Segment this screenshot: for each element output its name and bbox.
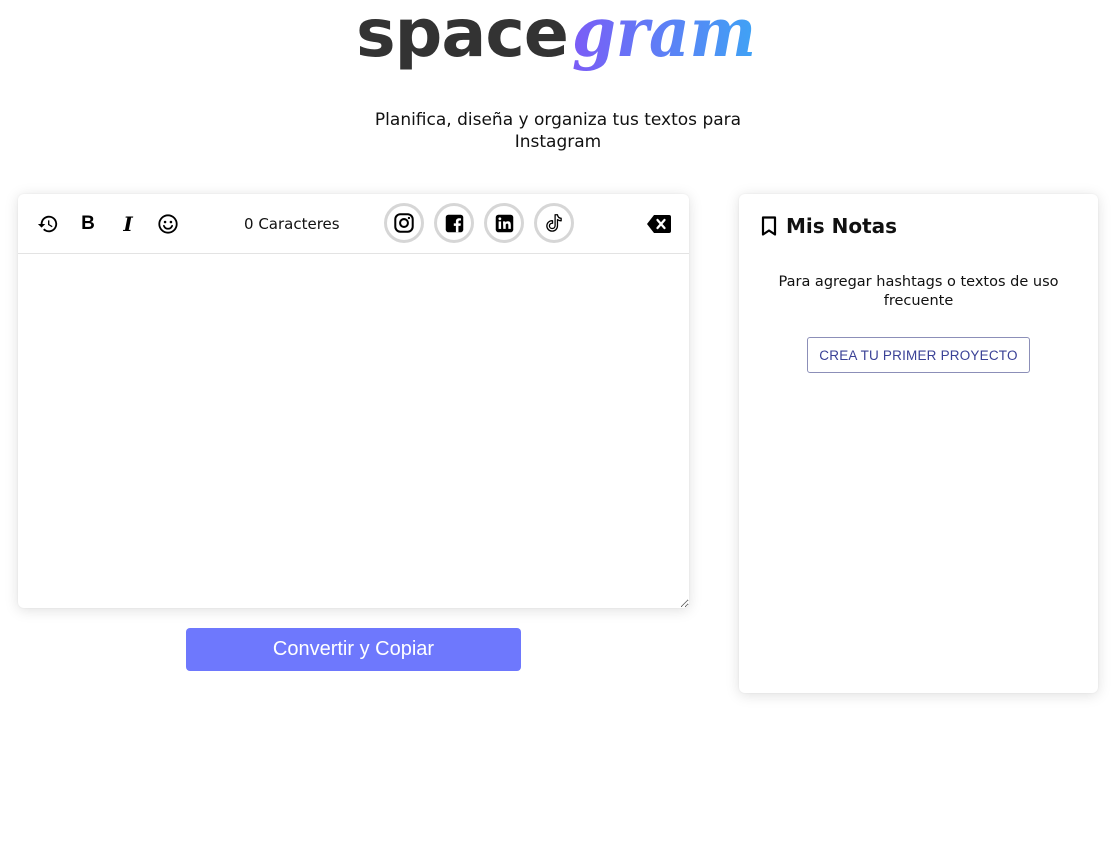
logo-gram-text: gram bbox=[572, 2, 756, 73]
character-counter: 0 Caracteres bbox=[244, 214, 368, 234]
editor-card: B I 0 Caracteres bbox=[18, 194, 689, 608]
facebook-icon bbox=[445, 214, 463, 232]
tagline: Planifica, diseña y organiza tus textos … bbox=[374, 110, 742, 152]
emoji-button[interactable] bbox=[154, 210, 182, 238]
convert-and-copy-button[interactable]: Convertir y Copiar bbox=[186, 628, 521, 671]
history-icon bbox=[37, 215, 58, 233]
post-text-editor[interactable] bbox=[18, 254, 689, 608]
italic-icon: I bbox=[123, 212, 133, 236]
logo-space-text: space bbox=[356, 2, 568, 72]
notes-panel: Mis Notas Para agregar hashtags o textos… bbox=[739, 194, 1098, 693]
bold-icon: B bbox=[81, 213, 95, 234]
notes-description: Para agregar hashtags o textos de uso fr… bbox=[778, 274, 1059, 309]
tiktok-icon bbox=[546, 214, 562, 232]
backspace-icon bbox=[647, 215, 671, 233]
notes-title: Mis Notas bbox=[786, 214, 898, 238]
clear-text-button[interactable] bbox=[645, 211, 673, 237]
facebook-button[interactable] bbox=[434, 203, 474, 243]
create-first-project-button[interactable]: CREA TU PRIMER PROYECTO bbox=[807, 337, 1030, 373]
instagram-icon bbox=[394, 213, 414, 233]
emoji-icon bbox=[158, 214, 178, 234]
linkedin-icon bbox=[495, 214, 513, 232]
linkedin-button[interactable] bbox=[484, 203, 524, 243]
italic-button[interactable]: I bbox=[114, 210, 142, 238]
instagram-button[interactable] bbox=[384, 203, 424, 243]
notes-header: Mis Notas bbox=[761, 213, 897, 239]
bold-button[interactable]: B bbox=[74, 210, 102, 238]
bookmark-icon bbox=[761, 216, 777, 236]
character-count-label: Caracteres bbox=[258, 215, 340, 233]
tiktok-button[interactable] bbox=[534, 203, 574, 243]
history-button[interactable] bbox=[34, 210, 62, 238]
editor-toolbar: B I 0 Caracteres bbox=[18, 194, 689, 254]
spacegram-logo: space gram bbox=[356, 2, 758, 94]
character-count-value: 0 bbox=[244, 215, 254, 233]
